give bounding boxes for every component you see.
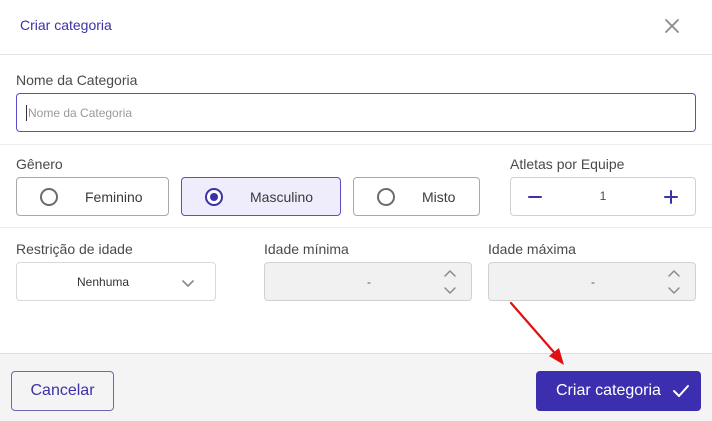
age-restriction-label: Restrição de idade xyxy=(16,241,133,257)
age-restriction-select[interactable]: Nenhuma xyxy=(16,262,216,301)
close-icon[interactable] xyxy=(660,14,684,38)
category-name-input[interactable]: Nome da Categoria xyxy=(16,93,696,132)
max-age-input[interactable]: - xyxy=(488,262,696,301)
radio-unchecked-icon xyxy=(40,188,58,206)
dialog-title: Criar categoria xyxy=(20,17,112,33)
gender-label: Gênero xyxy=(16,156,63,172)
radio-checked-icon xyxy=(205,188,223,206)
gender-option-misto[interactable]: Misto xyxy=(353,177,480,216)
section-divider xyxy=(0,144,712,145)
athletes-per-team-label: Atletas por Equipe xyxy=(510,156,625,172)
create-category-button[interactable]: Criar categoria xyxy=(536,371,701,411)
minus-icon[interactable] xyxy=(524,186,546,208)
dialog-footer: Cancelar Criar categoria xyxy=(0,353,712,421)
section-divider xyxy=(0,227,712,228)
create-category-label: Criar categoria xyxy=(556,382,661,399)
gender-option-masculino[interactable]: Masculino xyxy=(181,177,341,216)
athletes-per-team-value[interactable]: 1 xyxy=(581,189,625,203)
spinner-arrows-icon[interactable] xyxy=(443,268,457,296)
athletes-per-team-stepper: 1 xyxy=(510,177,696,216)
min-age-value: - xyxy=(367,275,371,289)
gender-option-label: Feminino xyxy=(85,189,143,205)
category-name-label: Nome da Categoria xyxy=(16,72,138,88)
min-age-label: Idade mínima xyxy=(264,241,349,257)
category-name-placeholder: Nome da Categoria xyxy=(28,106,133,120)
spinner-arrows-icon[interactable] xyxy=(667,268,681,296)
text-caret xyxy=(26,105,27,121)
max-age-value: - xyxy=(591,275,595,289)
gender-option-label: Masculino xyxy=(250,189,314,205)
max-age-label: Idade máxima xyxy=(488,241,576,257)
gender-option-label: Misto xyxy=(422,189,456,205)
age-restriction-value: Nenhuma xyxy=(77,275,130,289)
chevron-down-icon xyxy=(181,276,195,287)
dialog-header: Criar categoria xyxy=(0,0,712,55)
plus-icon[interactable] xyxy=(660,186,682,208)
annotation-arrow-icon xyxy=(505,298,575,370)
gender-option-feminino[interactable]: Feminino xyxy=(16,177,169,216)
radio-unchecked-icon xyxy=(377,188,395,206)
check-icon xyxy=(672,383,690,399)
min-age-input[interactable]: - xyxy=(264,262,472,301)
cancel-button[interactable]: Cancelar xyxy=(11,371,114,411)
